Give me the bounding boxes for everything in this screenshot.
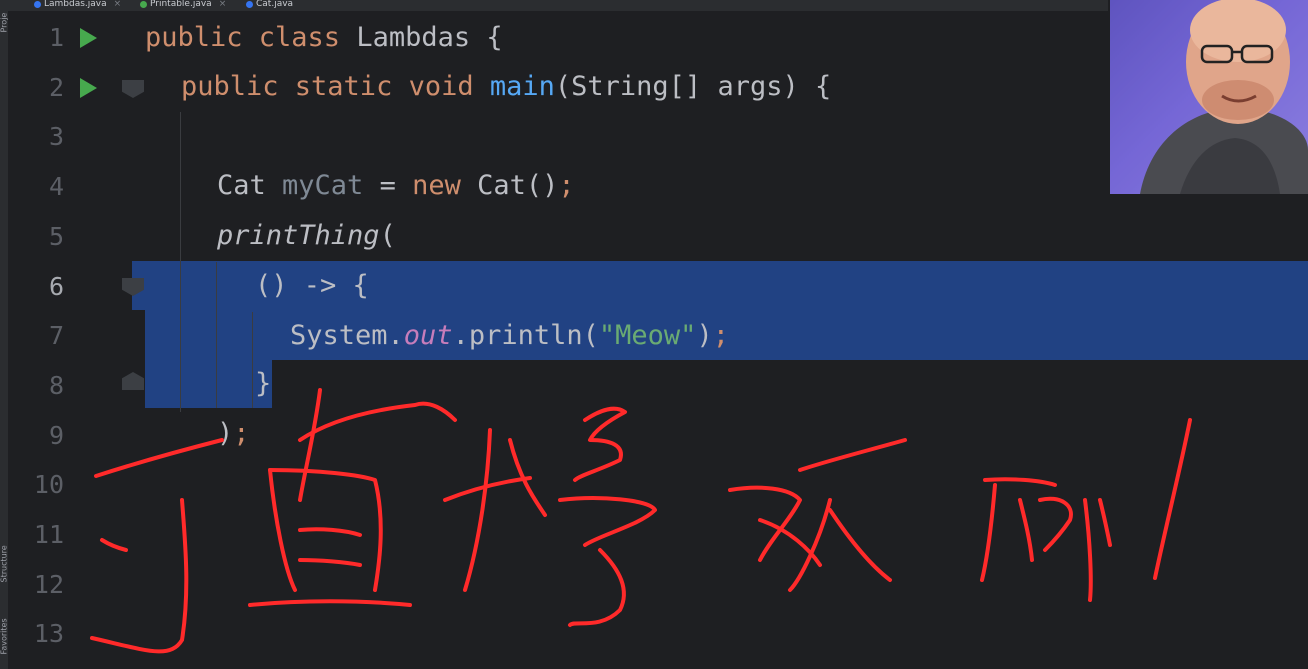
variable-name: myCat <box>282 170 364 201</box>
line-number[interactable]: 1 <box>8 23 64 53</box>
code-line-7[interactable]: System.out.println("Meow"); <box>290 316 729 356</box>
line-number[interactable]: 5 <box>8 222 64 252</box>
java-class-icon <box>34 1 41 8</box>
lambda-header: () -> { <box>255 270 369 301</box>
method-call: .println( <box>452 320 599 351</box>
indent-guide <box>180 112 181 412</box>
class-name: Lambdas <box>356 22 471 53</box>
code-text: (String[] args) { <box>554 71 832 102</box>
code-text: ) <box>696 320 713 351</box>
tab-label: Cat.java <box>256 0 294 9</box>
tab-label: Lambdas.java <box>44 0 107 9</box>
line-number[interactable]: 7 <box>8 321 64 351</box>
line-number[interactable]: 10 <box>8 470 64 500</box>
string-literal: "Meow" <box>598 320 697 351</box>
indent-guide <box>252 312 253 408</box>
code-line-9[interactable]: ); <box>217 414 250 454</box>
line-number[interactable]: 3 <box>8 122 64 152</box>
method-name: main <box>489 71 555 102</box>
line-number[interactable]: 8 <box>8 371 64 401</box>
code-text: ( <box>379 220 396 251</box>
keyword: public class <box>145 22 357 53</box>
line-number[interactable]: 11 <box>8 520 64 550</box>
line-number[interactable]: 4 <box>8 172 64 202</box>
run-icon[interactable] <box>80 28 97 48</box>
keyword: public static void <box>181 71 490 102</box>
tab-label: Printable.java <box>150 0 212 9</box>
run-icon[interactable] <box>80 78 97 98</box>
line-number[interactable]: 6 <box>8 272 64 302</box>
type-name: Cat <box>217 170 283 201</box>
line-number[interactable]: 13 <box>8 619 64 649</box>
operator: = <box>363 170 413 201</box>
tab-printable[interactable]: Printable.java × <box>140 0 226 11</box>
tab-lambdas[interactable]: Lambdas.java × <box>34 0 121 11</box>
code-line-4[interactable]: Cat myCat = new Cat(); <box>217 166 575 206</box>
closing-paren: ) <box>217 418 234 449</box>
constructor-call: Cat() <box>477 170 559 201</box>
line-number[interactable]: 9 <box>8 421 64 451</box>
semicolon: ; <box>233 418 250 449</box>
static-field: out <box>403 320 453 351</box>
class-ref: System. <box>290 320 404 351</box>
indent-guide <box>216 262 217 408</box>
closing-brace: } <box>255 368 272 399</box>
code-text: { <box>470 22 503 53</box>
close-icon[interactable]: × <box>114 0 122 9</box>
presenter-figure <box>1110 0 1308 194</box>
semicolon: ; <box>712 320 729 351</box>
semicolon: ; <box>558 170 575 201</box>
close-icon[interactable]: × <box>219 0 227 9</box>
presenter-webcam <box>1110 0 1308 194</box>
line-number[interactable]: 12 <box>8 570 64 600</box>
java-interface-icon <box>140 1 147 8</box>
method-call: printThing <box>217 220 380 251</box>
code-line-1[interactable]: public class Lambdas { <box>145 18 503 58</box>
editor-tab-bar: Lambdas.java × Printable.java × Cat.java <box>8 0 1108 11</box>
java-class-icon <box>246 1 253 8</box>
line-number[interactable]: 2 <box>8 73 64 103</box>
code-line-8[interactable]: } <box>255 364 271 404</box>
code-line-5[interactable]: printThing( <box>217 216 396 256</box>
tab-cat[interactable]: Cat.java <box>246 0 293 11</box>
keyword: new <box>412 170 478 201</box>
code-line-2[interactable]: public static void main(String[] args) { <box>181 67 831 107</box>
code-line-6[interactable]: () -> { <box>255 266 369 306</box>
